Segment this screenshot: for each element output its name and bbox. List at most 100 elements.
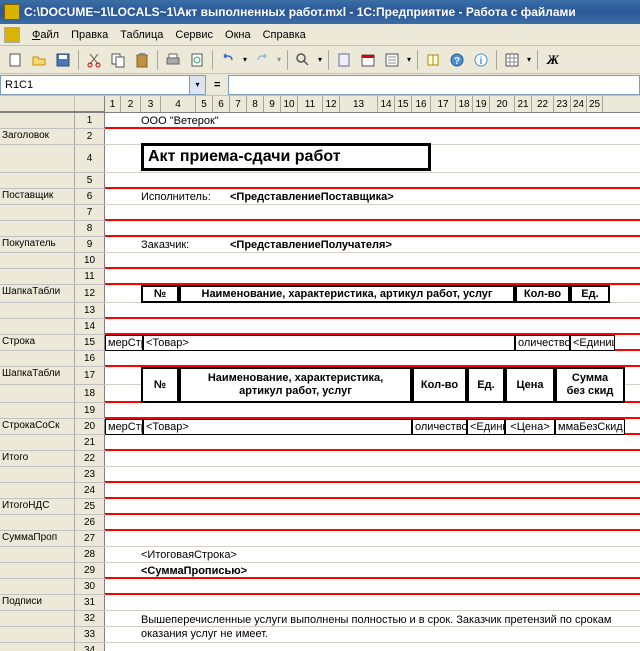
copy-icon[interactable] [107,49,129,71]
preview-icon[interactable] [186,49,208,71]
row-header[interactable]: Покупатель9 [0,237,105,253]
menu-windows[interactable]: Окна [219,27,257,43]
row-header[interactable]: 18 [0,385,105,403]
col-header[interactable]: 6 [213,96,230,112]
row-header[interactable]: Итого22 [0,451,105,467]
formula-input[interactable] [228,75,640,95]
undo-icon[interactable] [217,49,239,71]
row-header[interactable]: СтрокаСоСк20 [0,419,105,435]
toolbar: ▾ ▾ ▾ ▾ ? i ▾ Ж [0,46,640,74]
cell-sum: ммаБезСкид [555,419,625,435]
col-header[interactable]: 9 [264,96,281,112]
col-header[interactable]: 14 [378,96,395,112]
tool-calc-icon[interactable] [333,49,355,71]
row-header[interactable]: 34 [0,643,105,651]
print-icon[interactable] [162,49,184,71]
row-header[interactable]: 26 [0,515,105,531]
col-header[interactable]: 7 [230,96,247,112]
redo-dd-icon[interactable]: ▾ [275,49,283,71]
col-header[interactable]: 1 [105,96,121,112]
menu-service[interactable]: Сервис [169,27,219,43]
tool-calendar-icon[interactable] [357,49,379,71]
col-header[interactable]: 2 [121,96,141,112]
row-header[interactable]: 33 [0,627,105,643]
cut-icon[interactable] [83,49,105,71]
open-icon[interactable] [28,49,50,71]
col-header[interactable]: 11 [298,96,323,112]
row-header[interactable]: 1 [0,113,105,129]
row-header[interactable]: 11 [0,269,105,285]
col-header[interactable]: 18 [456,96,473,112]
row-header[interactable]: СуммаПроп27 [0,531,105,547]
grid-dd-icon[interactable]: ▾ [525,49,533,71]
row-header[interactable]: Заголовок2 [0,129,105,145]
row-header[interactable]: 5 [0,173,105,189]
col-header[interactable]: 22 [532,96,554,112]
col-header[interactable]: 8 [247,96,264,112]
separator [328,50,329,70]
col-header[interactable]: 3 [141,96,161,112]
redo-icon[interactable] [251,49,273,71]
row-header[interactable]: Строка15 [0,335,105,351]
col-header[interactable]: 19 [473,96,490,112]
row-header[interactable]: 30 [0,579,105,595]
row-header[interactable]: ШапкаТабли12 [0,285,105,303]
row-header[interactable]: 14 [0,319,105,335]
tool-prop-icon[interactable] [381,49,403,71]
col-header[interactable]: 17 [431,96,456,112]
row-header[interactable]: 23 [0,467,105,483]
col-header[interactable]: 21 [515,96,532,112]
col-header[interactable]: 24 [571,96,587,112]
cell-reference[interactable]: R1C1 [0,75,190,95]
col-header[interactable]: 5 [196,96,213,112]
row-header[interactable]: ИтогоНДС25 [0,499,105,515]
row-header[interactable]: 7 [0,205,105,221]
col-header[interactable]: 4 [161,96,196,112]
row-header[interactable]: 24 [0,483,105,499]
doc-title[interactable]: Акт приема-сдачи работ [141,143,431,171]
col-header[interactable]: 10 [281,96,298,112]
col-header[interactable]: 25 [587,96,603,112]
row-header[interactable]: 4 [0,145,105,173]
col-header[interactable]: 13 [340,96,378,112]
row-header[interactable]: 28 [0,547,105,563]
col-header[interactable]: 16 [412,96,431,112]
separator [157,50,158,70]
row-header[interactable]: 32 [0,611,105,627]
row-header[interactable]: 29 [0,563,105,579]
paste-icon[interactable] [131,49,153,71]
row-header[interactable]: 13 [0,303,105,319]
row-header[interactable]: ШапкаТабли17 [0,367,105,385]
row-header[interactable]: 19 [0,403,105,419]
bold-icon[interactable]: Ж [542,49,564,71]
row-header[interactable]: 21 [0,435,105,451]
info-icon[interactable]: i [470,49,492,71]
row-header[interactable]: 10 [0,253,105,269]
separator [287,50,288,70]
row-header[interactable]: 8 [0,221,105,237]
save-icon[interactable] [52,49,74,71]
col-header[interactable]: 15 [395,96,412,112]
row-header[interactable]: Поставщик6 [0,189,105,205]
menu-table[interactable]: Таблица [114,27,169,43]
spreadsheet-grid[interactable]: 1234567891011121314151617181920212223242… [0,96,640,651]
row-header[interactable]: Подписи31 [0,595,105,611]
tool-prop-dd-icon[interactable]: ▾ [405,49,413,71]
help-icon[interactable]: ? [446,49,468,71]
row-header[interactable]: 16 [0,351,105,367]
col-header[interactable]: 12 [323,96,340,112]
menu-help[interactable]: Справка [257,27,312,43]
menu-edit[interactable]: Правка [65,27,114,43]
col-header[interactable]: 20 [490,96,515,112]
book-icon[interactable] [422,49,444,71]
cell-ref-dropdown-icon[interactable]: ▾ [190,75,206,95]
undo-dd-icon[interactable]: ▾ [241,49,249,71]
new-icon[interactable] [4,49,26,71]
grid-icon[interactable] [501,49,523,71]
col-header[interactable]: 23 [554,96,571,112]
find-dd-icon[interactable]: ▾ [316,49,324,71]
th-price: Цена [505,367,555,403]
menu-file[interactable]: Файл [26,27,65,43]
find-icon[interactable] [292,49,314,71]
supplier-label: Исполнитель: [141,190,211,203]
